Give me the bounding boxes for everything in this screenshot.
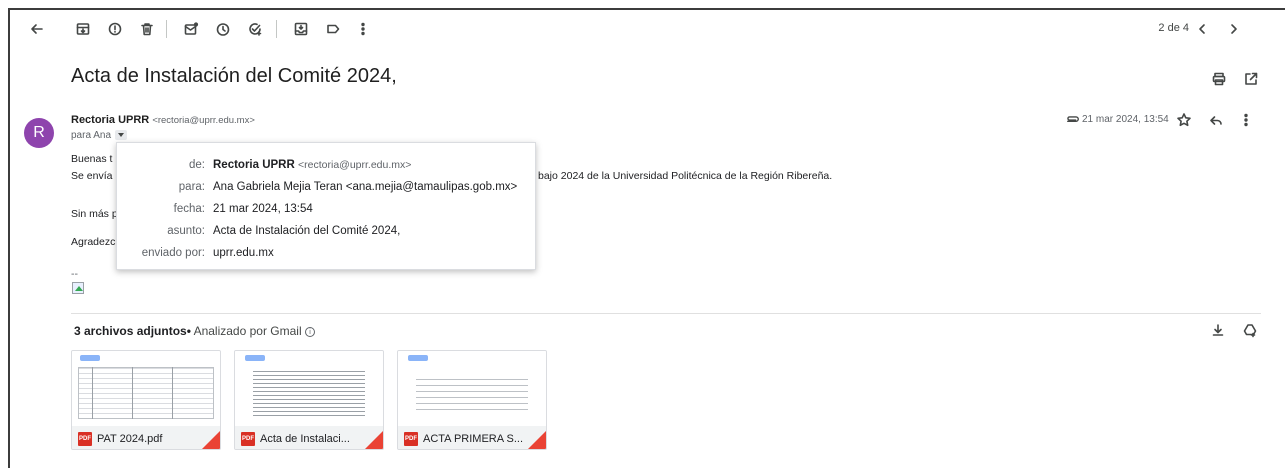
mark-unread-icon[interactable]	[182, 20, 200, 38]
popup-mailed-by-value: uprr.edu.mx	[213, 247, 274, 259]
popup-row-subject: asunto: Acta de Instalación del Comité 2…	[117, 225, 535, 243]
popup-date-value: 21 mar 2024, 13:54	[213, 203, 313, 215]
info-icon[interactable]: i	[304, 326, 315, 337]
popup-from-name: Rectoria UPRR	[213, 159, 295, 171]
popup-row-date: fecha: 21 mar 2024, 13:54	[117, 203, 535, 221]
download-all-icon[interactable]	[1210, 322, 1226, 338]
attachment-name: PAT 2024.pdf	[97, 433, 163, 445]
star-icon[interactable]	[1176, 112, 1192, 128]
popup-row-to: para: Ana Gabriela Mejia Teran <ana.meji…	[117, 181, 535, 199]
sender-email: <rectoria@uprr.edu.mx>	[152, 115, 255, 126]
attachment-card[interactable]: PDF PAT 2024.pdf	[71, 350, 221, 450]
attachment-name: Acta de Instalaci...	[260, 433, 350, 445]
fold-corner	[528, 431, 546, 449]
attachment-card[interactable]: PDF ACTA PRIMERA S...	[397, 350, 547, 450]
toolbar: 2 de 4	[10, 10, 1285, 46]
toolbar-separator	[166, 20, 167, 38]
archive-icon[interactable]	[74, 20, 92, 38]
chevron-right-icon[interactable]	[1225, 20, 1243, 38]
fold-corner	[202, 431, 220, 449]
open-new-window-icon[interactable]	[1242, 70, 1260, 88]
body-line-thanks: Agradezc	[71, 236, 116, 248]
more-vert-icon[interactable]	[1238, 112, 1254, 128]
recipient-line[interactable]: para Ana	[71, 130, 127, 141]
chevron-left-icon[interactable]	[1193, 20, 1211, 38]
sender-name[interactable]: Rectoria UPRR	[71, 114, 149, 126]
snooze-icon[interactable]	[214, 20, 232, 38]
message-datetime: 21 mar 2024, 13:54	[1082, 114, 1169, 125]
attachment-thumbnail	[398, 351, 546, 426]
attachment-thumbnail	[72, 351, 220, 426]
popup-row-mailed-by: enviado por: uprr.edu.mx	[117, 247, 535, 265]
add-to-drive-icon[interactable]	[1242, 322, 1258, 338]
email-view: 2 de 4 Acta de Instalación del Comité 20…	[8, 8, 1285, 468]
popup-date-label: fecha:	[173, 203, 205, 215]
popup-to-label: para:	[178, 181, 205, 193]
sender-details-popup: de: Rectoria UPRR <rectoria@uprr.edu.mx>…	[116, 142, 536, 270]
attachment-footer: PDF ACTA PRIMERA S...	[398, 426, 546, 449]
email-subject: Acta de Instalación del Comité 2024,	[71, 65, 397, 87]
toolbar-separator	[276, 20, 277, 38]
recipient-label: para Ana	[71, 130, 112, 141]
sender-line: Rectoria UPRR <rectoria@uprr.edu.mx>	[71, 114, 255, 126]
popup-mailed-by-label: enviado por:	[141, 247, 205, 259]
caret-down-icon	[117, 133, 124, 138]
attachments-count: 3 archivos adjuntos	[74, 324, 187, 338]
pdf-icon: PDF	[404, 432, 418, 446]
arrow-left-icon[interactable]	[28, 20, 46, 38]
body-line-main-tail: bajo 2024 de la Universidad Politécnica …	[538, 170, 833, 182]
popup-to-value: Ana Gabriela Mejia Teran <ana.mejia@tama…	[213, 181, 518, 193]
reply-icon[interactable]	[1208, 112, 1224, 128]
attachments-divider	[71, 313, 1261, 314]
popup-row-from: de: Rectoria UPRR <rectoria@uprr.edu.mx>	[117, 159, 535, 177]
report-spam-icon[interactable]	[106, 20, 124, 38]
attachment-card[interactable]: PDF Acta de Instalaci...	[234, 350, 384, 450]
attachments-header: 3 archivos adjuntos• Analizado por Gmail…	[74, 324, 315, 338]
more-vert-icon[interactable]	[354, 20, 372, 38]
body-line-closing: Sin más p	[71, 208, 118, 220]
attachment-icon	[1066, 114, 1080, 126]
body-line-main: Se envía	[71, 170, 113, 182]
fold-corner	[365, 431, 383, 449]
scanned-by-gmail: Analizado por Gmail	[193, 324, 302, 338]
attachment-thumbnail	[235, 351, 383, 426]
add-task-icon[interactable]	[246, 20, 264, 38]
avatar[interactable]: R	[24, 118, 54, 148]
label-icon[interactable]	[324, 20, 342, 38]
broken-image-icon	[72, 282, 84, 294]
popup-from-email: <rectoria@uprr.edu.mx>	[298, 159, 412, 171]
move-to-icon[interactable]	[292, 20, 310, 38]
popup-subject-value: Acta de Instalación del Comité 2024,	[213, 225, 401, 237]
popup-from-value: Rectoria UPRR <rectoria@uprr.edu.mx>	[213, 159, 411, 171]
pdf-icon: PDF	[78, 432, 92, 446]
delete-icon[interactable]	[138, 20, 156, 38]
attachment-name: ACTA PRIMERA S...	[423, 433, 523, 445]
pager-text: 2 de 4	[1158, 22, 1189, 34]
popup-subject-label: asunto:	[167, 225, 205, 237]
attachment-footer: PDF Acta de Instalaci...	[235, 426, 383, 449]
attachment-footer: PDF PAT 2024.pdf	[72, 426, 220, 449]
print-icon[interactable]	[1210, 70, 1228, 88]
details-toggle[interactable]	[114, 130, 127, 141]
signature-separator: --	[71, 268, 78, 280]
body-line-greeting: Buenas t	[71, 153, 113, 165]
popup-from-label: de:	[189, 159, 205, 171]
pdf-icon: PDF	[241, 432, 255, 446]
